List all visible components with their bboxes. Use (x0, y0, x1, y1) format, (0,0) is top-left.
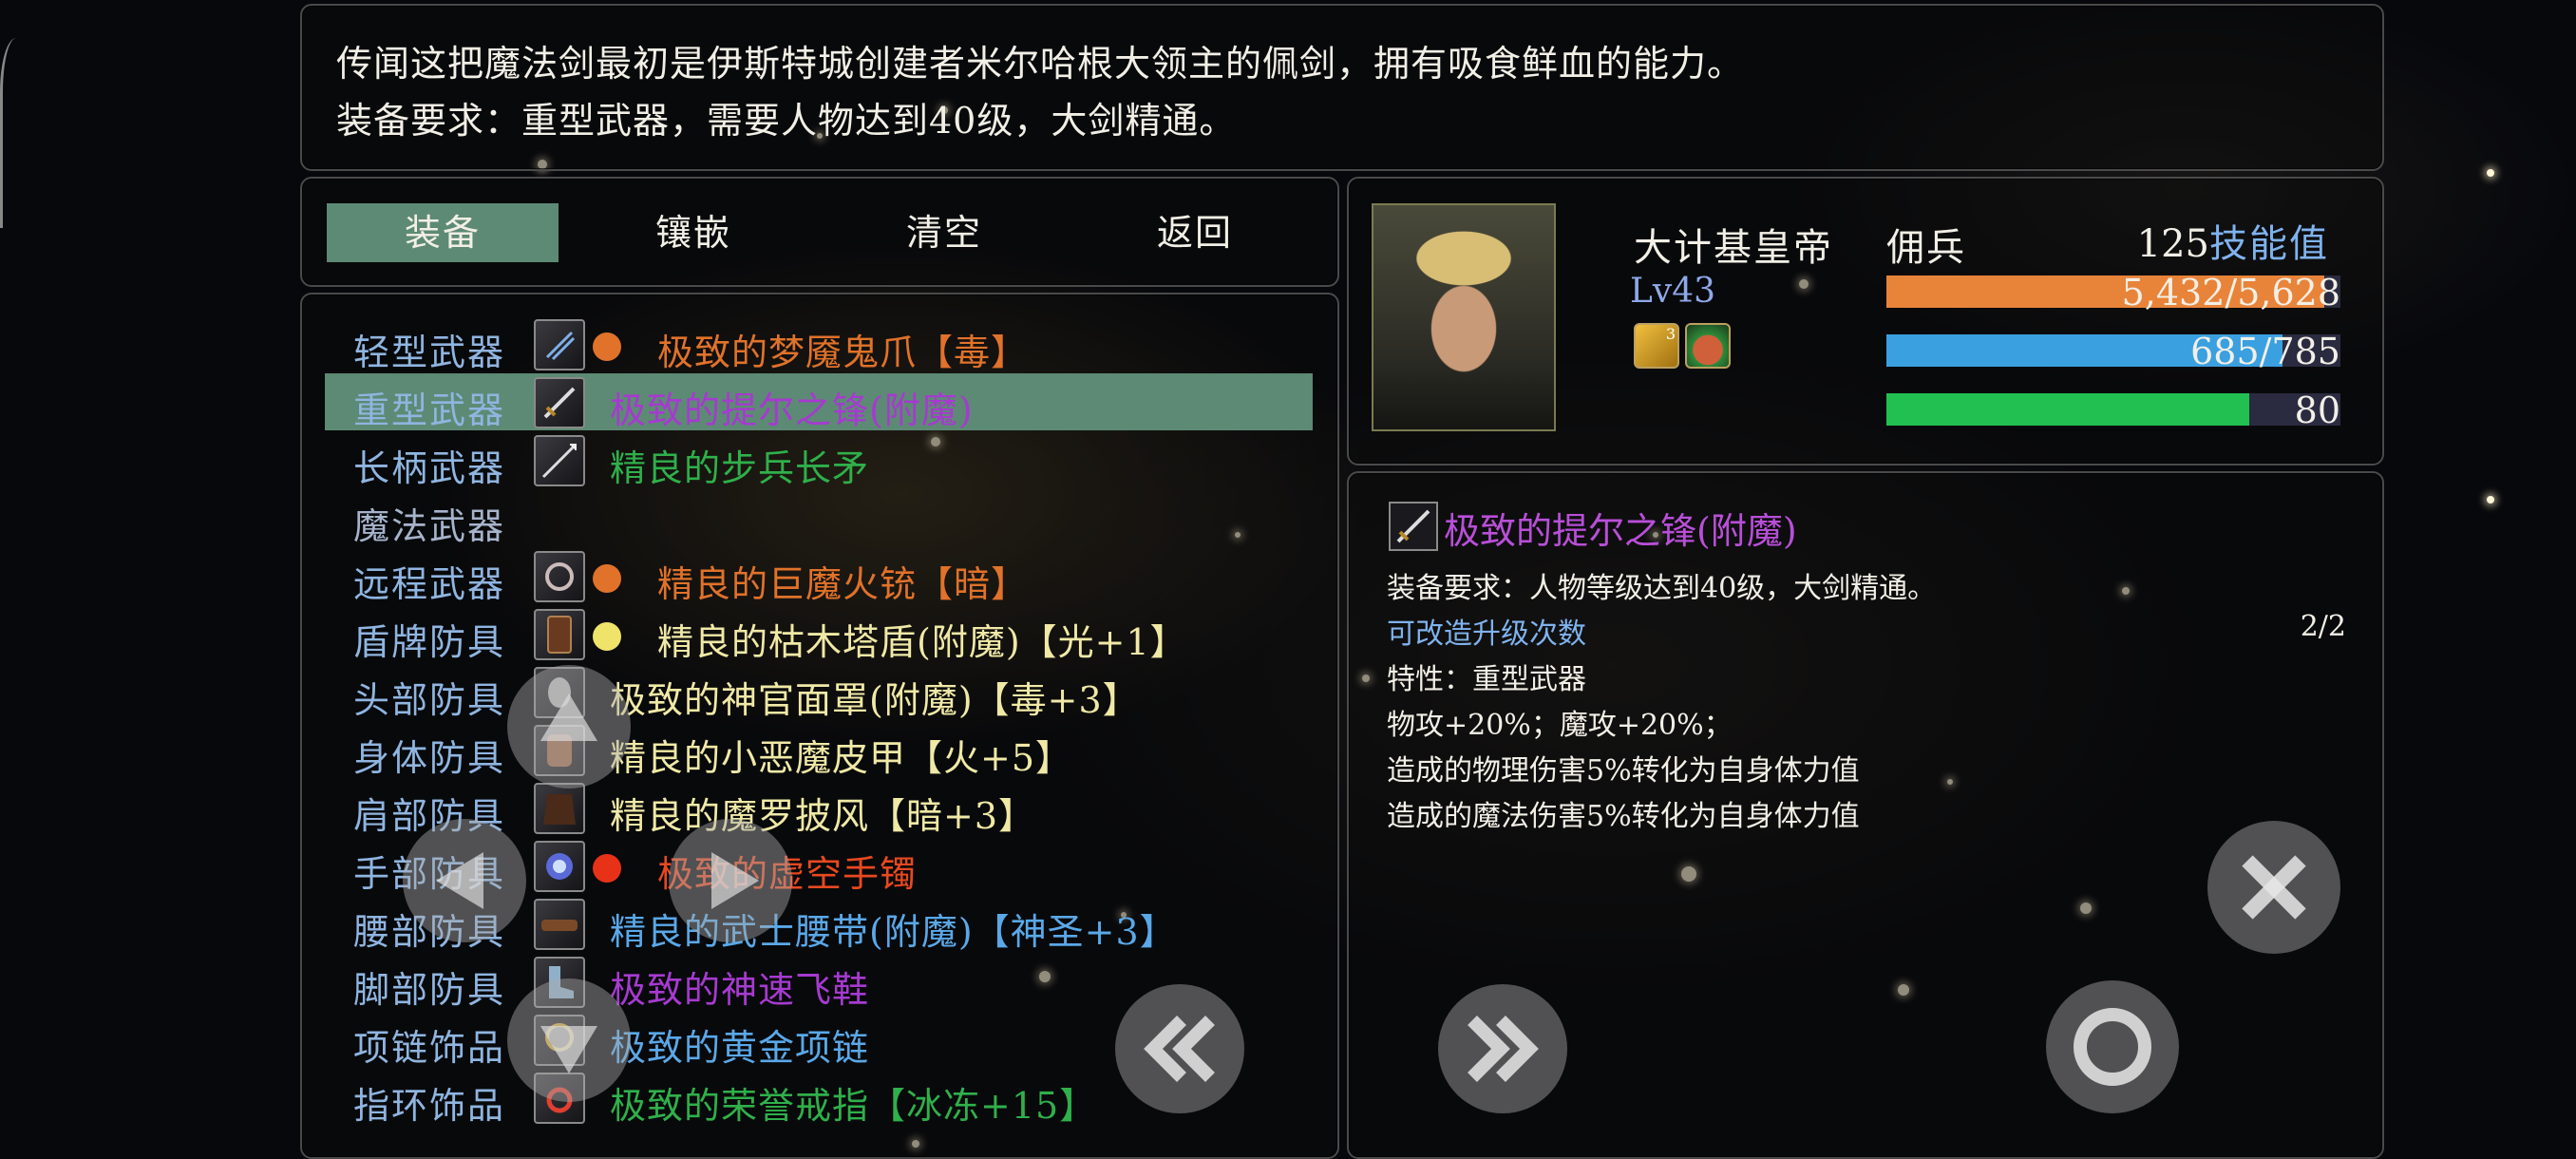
equipment-slot-label: 身体防具 (353, 737, 506, 779)
character-name: 大计基皇帝 (1634, 226, 1833, 270)
character-portrait (1372, 203, 1556, 431)
description-line-2: 装备要求：重型武器，需要人物达到40级，大剑精通。 (336, 100, 1237, 142)
tab-bar: 装备 镶嵌 清空 返回 (300, 177, 1339, 287)
sword-icon (534, 377, 585, 428)
equipment-item-name: 极致的黄金项链 (610, 1027, 870, 1069)
tp-value: 80 (2294, 390, 2340, 431)
hp-value: 5,432/5,628 (2121, 272, 2340, 314)
equipment-row-2[interactable]: 长柄武器 精良的步兵长矛 (325, 433, 1328, 489)
detail-effect-1: 造成的物理伤害5%转化为自身体力值 (1387, 754, 1860, 788)
page-next-button[interactable] (1438, 984, 1567, 1113)
cloak-icon (534, 783, 585, 834)
skill-points-value: 125 (2136, 222, 2209, 266)
confirm-circle-button[interactable] (2046, 980, 2179, 1113)
mp-label: MP (1886, 331, 1948, 372)
sword-icon (1389, 502, 1438, 551)
buff-count: 3 (1665, 325, 1676, 343)
edge-handle (0, 38, 16, 228)
socket-gem-icon (593, 564, 621, 593)
skill-points-label: 技能值 (2209, 222, 2329, 266)
dpad-right-button[interactable] (669, 819, 792, 942)
character-panel: 大计基皇帝 Lv43 3 佣兵 125技能值 HP 5,432/5,628 MP… (1347, 177, 2384, 466)
star (2487, 496, 2494, 504)
equipment-slot-label: 头部防具 (353, 679, 506, 721)
detail-upgrade-label: 可改造升级次数 (1387, 618, 1586, 651)
tab-equip[interactable]: 装备 (327, 203, 559, 262)
dpad-down-button[interactable] (507, 978, 631, 1102)
spear-icon (534, 435, 585, 486)
character-role: 佣兵 (1886, 226, 1966, 270)
equipment-item-name: 极致的荣誉戒指【冰冻+15】 (610, 1085, 1097, 1127)
equipment-slot-label: 重型武器 (353, 390, 506, 431)
socket-gem-icon (593, 332, 621, 361)
equipment-slot-label: 长柄武器 (353, 447, 506, 489)
socket-gem-icon (593, 854, 621, 883)
equipment-row-1[interactable]: 重型武器 极致的提尔之锋(附魔) (325, 373, 1328, 431)
claw-icon (534, 319, 585, 370)
buff-strength-icon[interactable]: 3 (1634, 323, 1679, 369)
skill-points: 125技能值 (2137, 213, 2329, 268)
equipment-slot-label: 轻型武器 (353, 332, 506, 373)
description-line-1: 传闻这把魔法剑最初是伊斯特城创建者米尔哈根大领主的佩剑，拥有吸食鲜血的能力。 (336, 43, 1745, 85)
hp-bar: HP 5,432/5,628 (1886, 272, 2340, 314)
tp-bar: TP 80 (1886, 390, 2340, 431)
detail-bonus: 物攻+20%；魔攻+20%； (1387, 709, 1733, 742)
equipment-slot-label: 指环饰品 (353, 1085, 506, 1127)
dpad-left-button[interactable] (403, 819, 526, 942)
equipment-slot-label: 魔法武器 (353, 505, 506, 547)
close-icon[interactable] (2207, 821, 2340, 954)
bracelet-icon (534, 841, 585, 892)
tab-back[interactable]: 返回 (1079, 203, 1311, 262)
equipment-row-6[interactable]: 头部防具 极致的神官面罩(附魔)【毒+3】 (325, 665, 1328, 721)
buff-potion-icon[interactable] (1685, 323, 1731, 369)
belt-icon (534, 899, 585, 950)
detail-trait: 特性：重型武器 (1387, 663, 1586, 696)
detail-effect-2: 造成的魔法伤害5%转化为自身体力值 (1387, 800, 1860, 833)
detail-title: 极致的提尔之锋(附魔) (1444, 510, 1797, 552)
mp-bar: MP 685/785 (1886, 331, 2340, 372)
tab-inlay[interactable]: 镶嵌 (578, 203, 809, 262)
equipment-slot-label: 脚部防具 (353, 969, 506, 1011)
equipment-item-name: 极致的提尔之锋(附魔) (610, 390, 974, 431)
star (2487, 169, 2494, 177)
equipment-item-name: 极致的神速飞鞋 (610, 969, 870, 1011)
character-level: Lv43 (1630, 272, 1716, 311)
tp-bar-fill (1886, 393, 2250, 426)
equipment-item-name: 极致的神官面罩(附魔)【毒+3】 (610, 679, 1140, 721)
equipment-item-name: 极致的梦魇鬼爪【毒】 (657, 332, 1029, 373)
equipment-slot-label: 盾牌防具 (353, 621, 506, 663)
socket-gem-icon (593, 622, 621, 651)
detail-upgrade-count: 2/2 (2300, 610, 2346, 643)
equipment-item-name: 精良的小恶魔皮甲【火+5】 (610, 737, 1073, 779)
hp-label: HP (1886, 272, 1942, 314)
equipment-item-name: 精良的巨魔火铳【暗】 (657, 563, 1029, 605)
detail-requirement: 装备要求：人物等级达到40级，大剑精通。 (1387, 572, 1937, 605)
equipment-item-name: 精良的步兵长矛 (610, 447, 870, 489)
equipment-row-0[interactable]: 轻型武器 极致的梦魇鬼爪【毒】 (325, 317, 1328, 373)
item-description-panel: 传闻这把魔法剑最初是伊斯特城创建者米尔哈根大领主的佩剑，拥有吸食鲜血的能力。 装… (300, 4, 2384, 171)
equipment-slot-label: 远程武器 (353, 563, 506, 605)
equipment-slot-label: 项链饰品 (353, 1027, 506, 1069)
mp-value: 685/785 (2190, 331, 2340, 372)
shield-icon (534, 609, 585, 660)
equipment-row-3[interactable]: 魔法武器 (325, 491, 1328, 547)
tp-label: TP (1886, 390, 1935, 431)
gun-icon (534, 551, 585, 602)
equipment-row-7[interactable]: 身体防具 精良的小恶魔皮甲【火+5】 (325, 723, 1328, 779)
equipment-item-name: 精良的枯木塔盾(附魔)【光+1】 (657, 621, 1187, 663)
tab-clear[interactable]: 清空 (828, 203, 1060, 262)
equipment-row-4[interactable]: 远程武器 精良的巨魔火铳【暗】 (325, 549, 1328, 605)
page-prev-button[interactable] (1115, 984, 1244, 1113)
equipment-row-5[interactable]: 盾牌防具 精良的枯木塔盾(附魔)【光+1】 (325, 607, 1328, 663)
dpad-up-button[interactable] (507, 665, 631, 788)
